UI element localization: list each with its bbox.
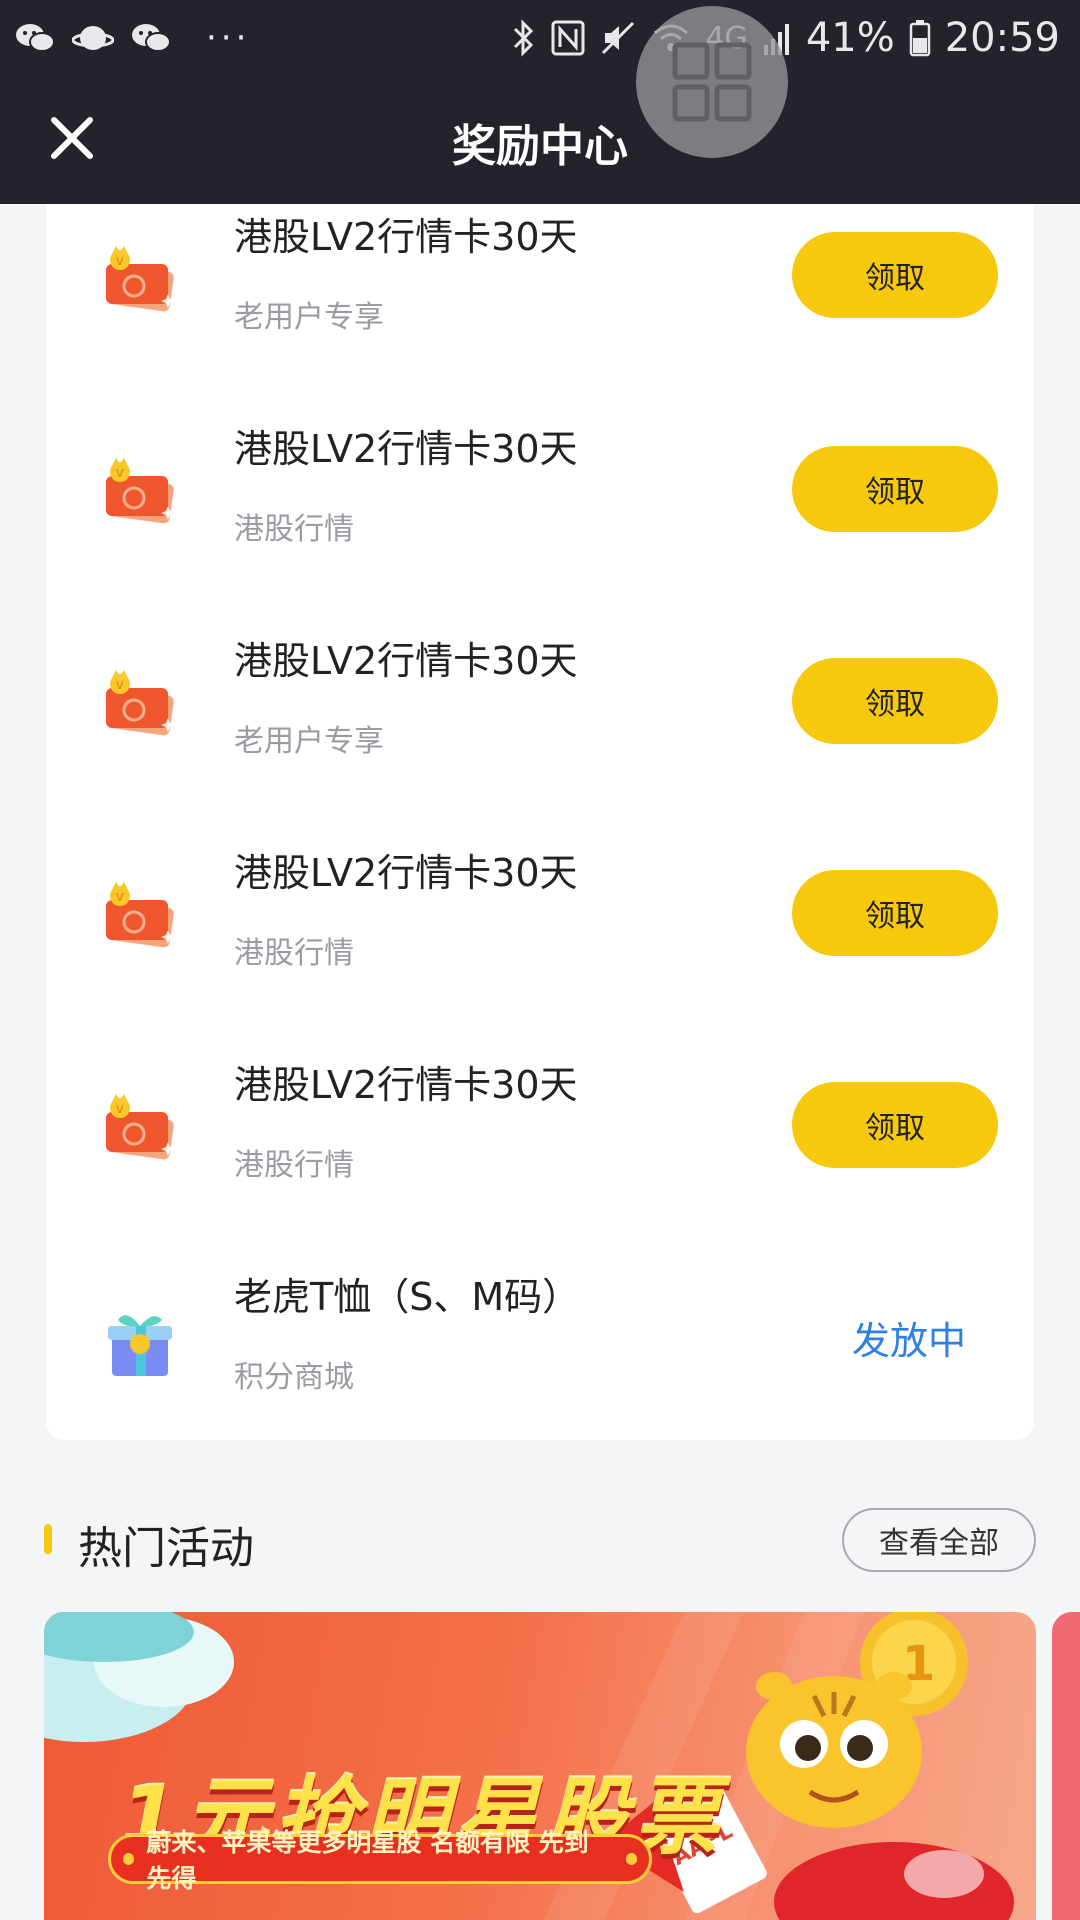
mute-icon (602, 21, 635, 55)
claim-button[interactable]: 领取 (792, 658, 998, 744)
clock: 20:59 (944, 15, 1060, 61)
activity-banner[interactable]: 1 AAPL 1元抢明星股票 蔚来、苹果等更多明星股 名额有限 先到先得 (44, 1612, 1036, 1920)
wechat-icon (132, 24, 171, 52)
next-banner-peek[interactable] (1052, 1612, 1080, 1920)
dot-icon (123, 1853, 135, 1865)
hot-activities-header: 热门活动 查看全部 (0, 1506, 1080, 1574)
dot-icon (625, 1853, 638, 1865)
grid-icon (672, 42, 752, 122)
reward-row: V 港股LV2行情卡30天 港股行情 领取 (46, 416, 1034, 628)
reward-title: 港股LV2行情卡30天 (234, 639, 578, 683)
reward-title: 港股LV2行情卡30天 (234, 427, 578, 471)
svg-text:V: V (116, 1103, 124, 1116)
banner-tagline: 蔚来、苹果等更多明星股 名额有限 先到先得 (146, 1828, 589, 1893)
claim-button[interactable]: 领取 (792, 1082, 998, 1168)
view-all-button[interactable]: 查看全部 (842, 1508, 1036, 1572)
reward-row: V 港股LV2行情卡30天 港股行情 领取 (46, 1052, 1034, 1264)
svg-text:V: V (116, 255, 124, 268)
vip-card-icon: V (106, 1094, 175, 1160)
reward-subtitle: 老用户专享 (234, 300, 384, 335)
reward-row: V 港股LV2行情卡30天 港股行情 领取 (46, 840, 1034, 1052)
reward-title: 港股LV2行情卡30天 (234, 1063, 578, 1107)
reward-title: 港股LV2行情卡30天 (234, 851, 578, 895)
claim-button[interactable]: 领取 (792, 232, 998, 318)
status-bar: ··· 4G 41% 20:59 (0, 0, 1080, 76)
vip-card-icon: V (106, 670, 175, 736)
more-notifications-icon: ··· (206, 18, 251, 58)
reward-subtitle: 老用户专享 (234, 724, 384, 759)
wechat-icon (16, 24, 55, 52)
svg-text:V: V (116, 467, 124, 480)
reward-row: 老虎T恤（S、M码） 积分商城 发放中 (46, 1264, 1034, 1476)
reward-title: 港股LV2行情卡30天 (234, 215, 578, 259)
reward-subtitle: 港股行情 (234, 936, 354, 971)
vip-card-icon: V (106, 458, 175, 524)
battery-percent: 41% (805, 15, 895, 61)
app-header: 奖励中心 (0, 76, 1080, 204)
reward-list-card: V 港股LV2行情卡30天 老用户专享 领取 V 港股LV2行情卡30天 港股行… (46, 204, 1034, 1440)
section-title: 热门活动 (78, 1523, 254, 1574)
reward-subtitle: 港股行情 (234, 1148, 354, 1183)
reward-title: 老虎T恤（S、M码） (234, 1275, 581, 1319)
vip-card-icon: V (106, 246, 175, 312)
reward-subtitle: 港股行情 (234, 512, 354, 547)
svg-text:V: V (116, 891, 124, 904)
bluetooth-icon (514, 19, 534, 57)
vip-card-icon: V (106, 882, 175, 948)
reward-row: V 港股LV2行情卡30天 老用户专享 领取 (46, 628, 1034, 840)
reward-status: 发放中 (852, 1319, 967, 1363)
floating-shortcut-button[interactable] (636, 6, 788, 158)
claim-button[interactable]: 领取 (792, 446, 998, 532)
nfc-icon (551, 20, 585, 56)
claim-button[interactable]: 领取 (792, 870, 998, 956)
reward-subtitle: 积分商城 (234, 1360, 354, 1395)
section-accent-bar (44, 1524, 52, 1554)
reward-row: V 港股LV2行情卡30天 老用户专享 领取 (46, 204, 1034, 416)
battery-icon (909, 20, 930, 57)
saturn-icon (72, 26, 114, 50)
svg-text:V: V (116, 679, 124, 692)
banner-tagline-pill: 蔚来、苹果等更多明星股 名额有限 先到先得 (108, 1828, 652, 1893)
gift-box-icon (108, 1315, 172, 1376)
page-title: 奖励中心 (452, 121, 628, 172)
